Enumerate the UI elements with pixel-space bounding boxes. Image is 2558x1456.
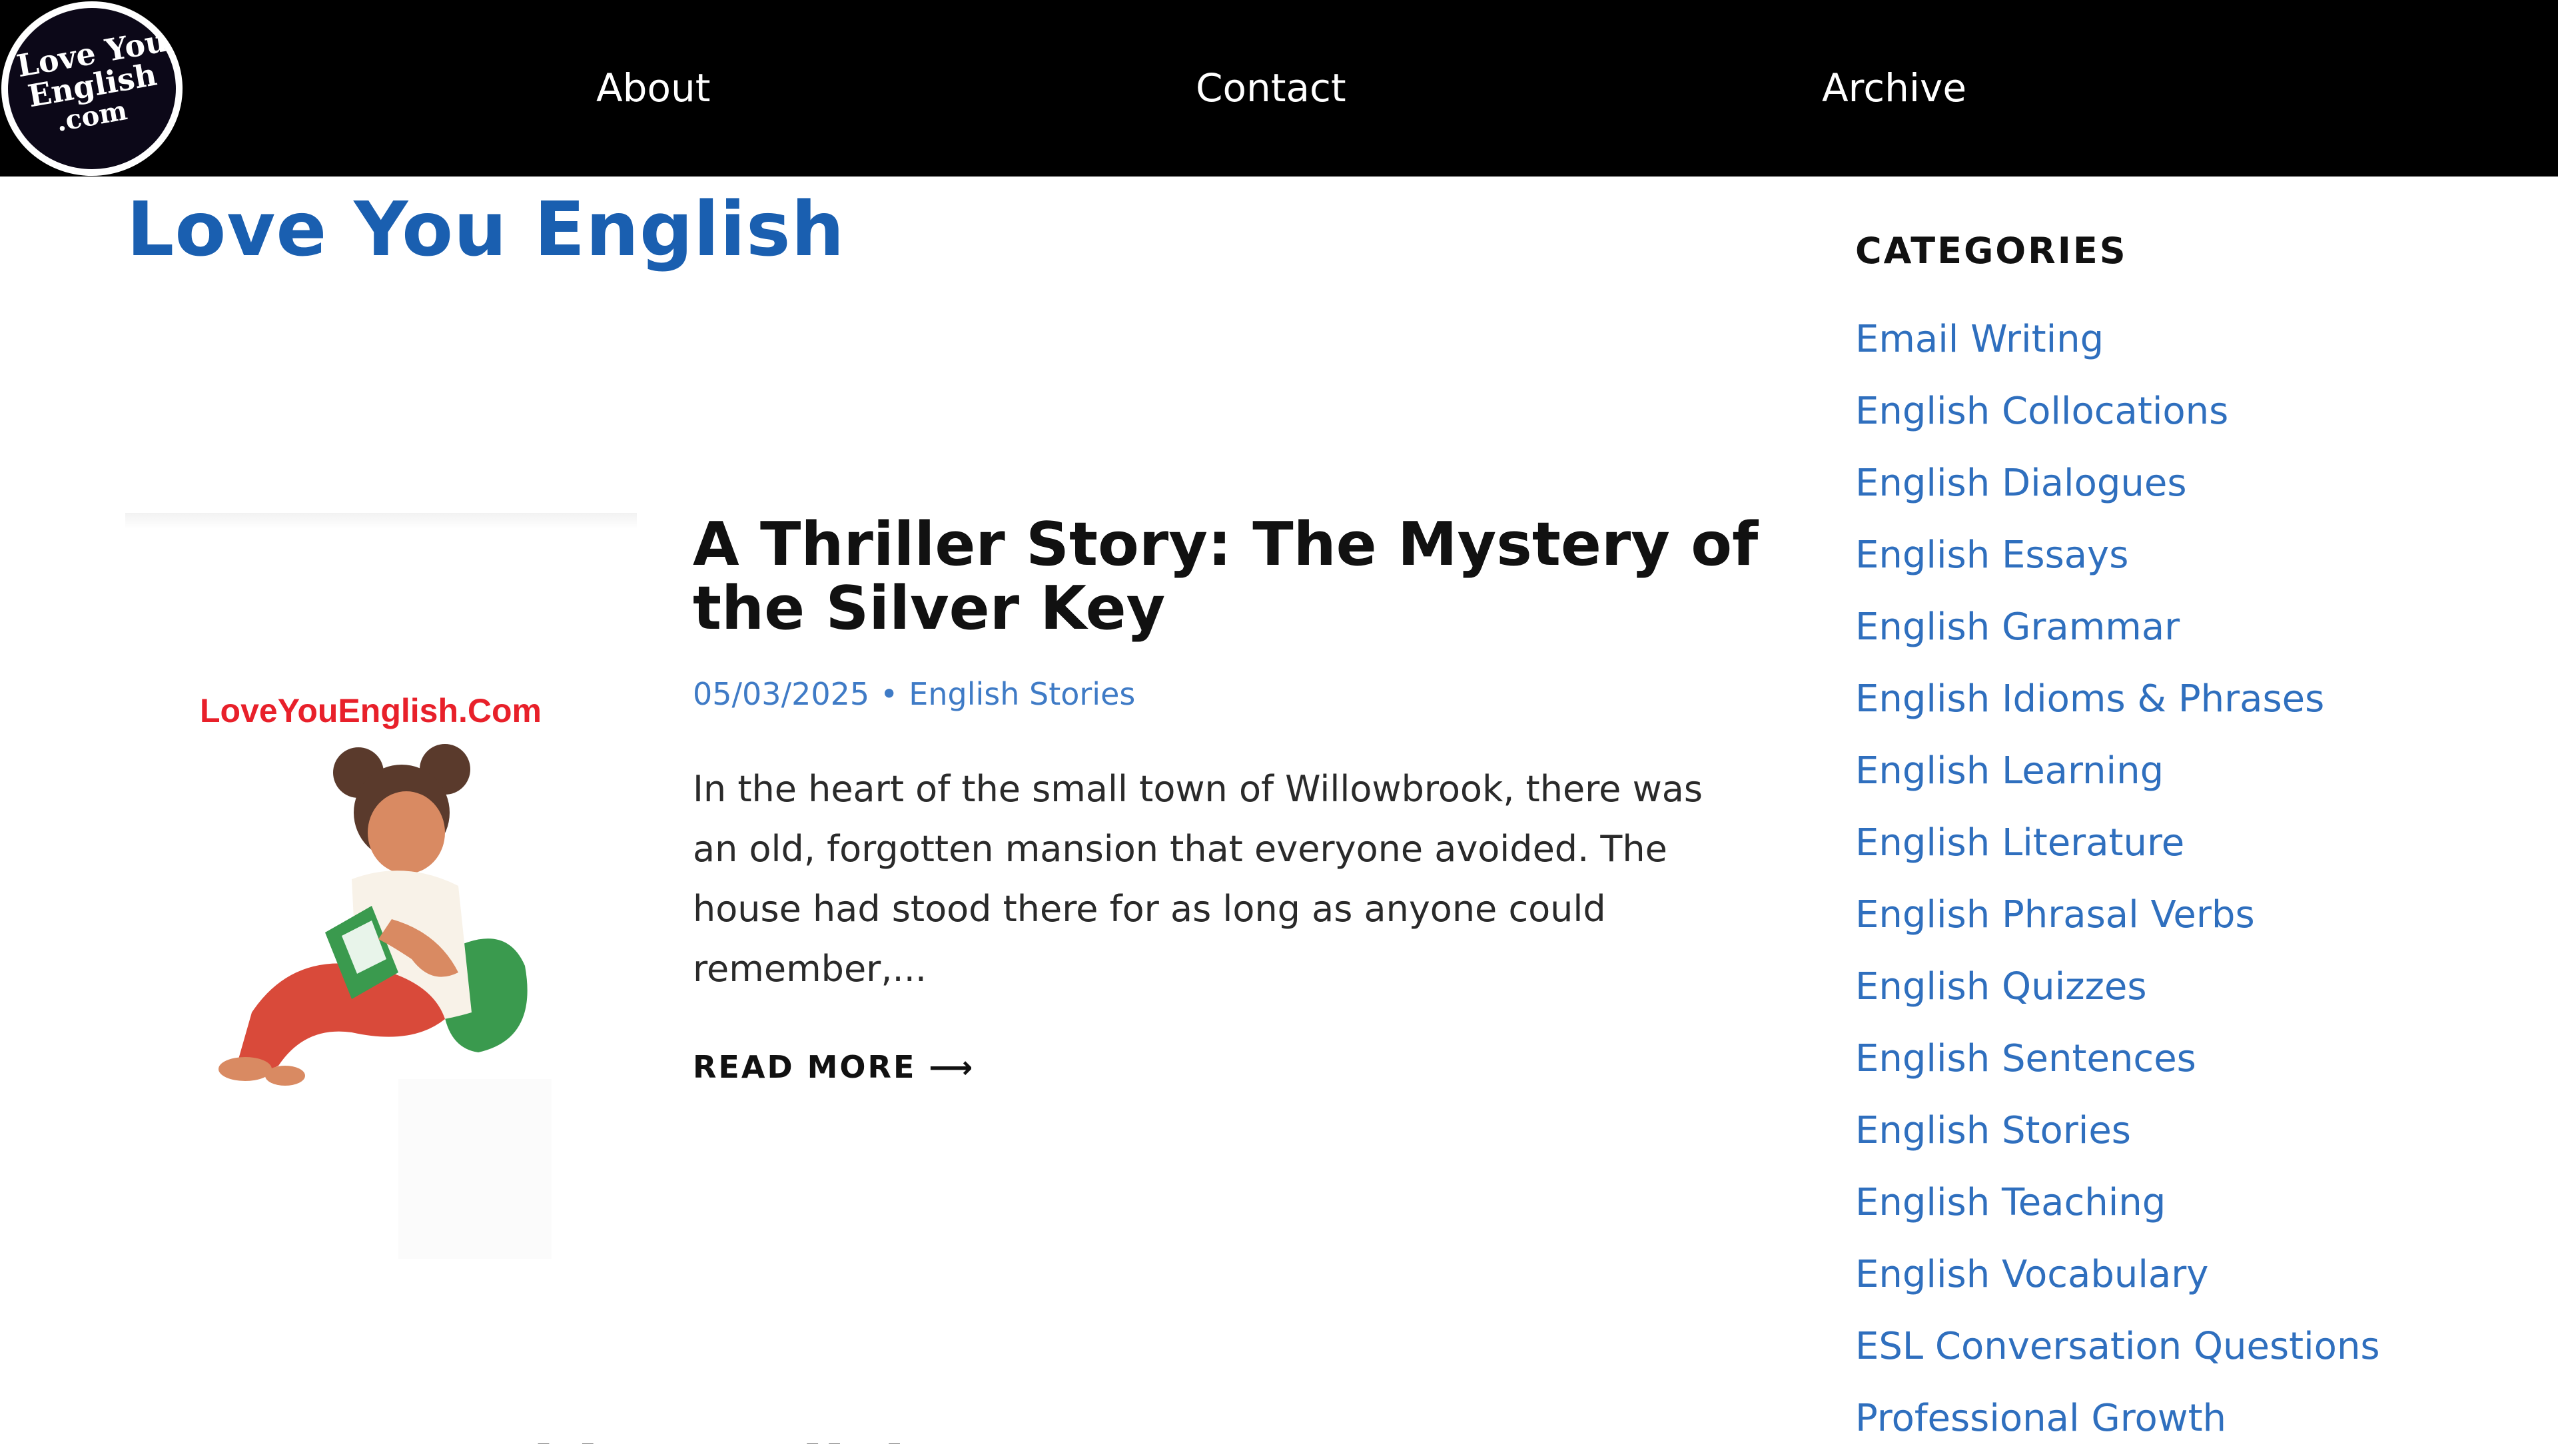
site-title[interactable]: Love You English — [127, 186, 845, 273]
read-more-link[interactable]: READ MORE ⟶ — [693, 1049, 975, 1085]
site-logo[interactable]: Love You English .com — [1, 1, 183, 176]
post-meta: 05/03/2025 • English Stories — [693, 676, 1135, 712]
post-excerpt: In the heart of the small town of Willow… — [693, 768, 1703, 990]
viewport-bottom-edge — [0, 1444, 2558, 1456]
top-navigation-bar: Love You English .com About Contact Arch… — [0, 0, 2558, 177]
page: Love You English .com About Contact Arch… — [0, 0, 2558, 1456]
category-link-english-teaching[interactable]: English Teaching — [1855, 1176, 2380, 1248]
category-link-english-learning[interactable]: English Learning — [1855, 745, 2380, 817]
categories-list: Email Writing English Collocations Engli… — [1855, 313, 2380, 1456]
nav-link-archive[interactable]: Archive — [1822, 65, 1966, 111]
category-link-english-dialogues[interactable]: English Dialogues — [1855, 457, 2380, 529]
nav-link-about[interactable]: About — [596, 65, 710, 111]
thumbnail-shade — [125, 513, 637, 529]
site-logo-badge: Love You English .com — [8, 8, 176, 169]
category-link-english-quizzes[interactable]: English Quizzes — [1855, 960, 2380, 1032]
category-link-english-literature[interactable]: English Literature — [1855, 817, 2380, 889]
category-link-english-vocabulary[interactable]: English Vocabulary — [1855, 1248, 2380, 1320]
category-link-esl-conversation-questions[interactable]: ESL Conversation Questions — [1855, 1320, 2380, 1392]
category-link-english-grammar[interactable]: English Grammar — [1855, 601, 2380, 673]
category-link-english-sentences[interactable]: English Sentences — [1855, 1032, 2380, 1104]
post-thumbnail[interactable]: LoveYouEnglish.Com — [125, 513, 637, 1269]
categories-heading: CATEGORIES — [1855, 230, 2128, 272]
thumbnail-brand-text: LoveYouEnglish.Com — [200, 692, 542, 729]
meta-separator: • — [880, 676, 899, 712]
category-link-english-essays[interactable]: English Essays — [1855, 529, 2380, 601]
nav-link-contact[interactable]: Contact — [1196, 65, 1346, 111]
category-link-english-stories[interactable]: English Stories — [1855, 1104, 2380, 1176]
category-link-email-writing[interactable]: Email Writing — [1855, 313, 2380, 385]
post-category-link[interactable]: English Stories — [909, 676, 1135, 712]
girl-reading-illustration — [218, 744, 528, 1086]
post-title[interactable]: A Thriller Story: The Mystery of the Sil… — [693, 513, 1759, 641]
category-link-english-phrasal-verbs[interactable]: English Phrasal Verbs — [1855, 889, 2380, 960]
thumbnail-background-shape — [398, 1079, 552, 1259]
post-date[interactable]: 05/03/2025 — [693, 676, 869, 712]
category-link-english-idioms-phrases[interactable]: English Idioms & Phrases — [1855, 673, 2380, 745]
category-link-english-collocations[interactable]: English Collocations — [1855, 385, 2380, 457]
